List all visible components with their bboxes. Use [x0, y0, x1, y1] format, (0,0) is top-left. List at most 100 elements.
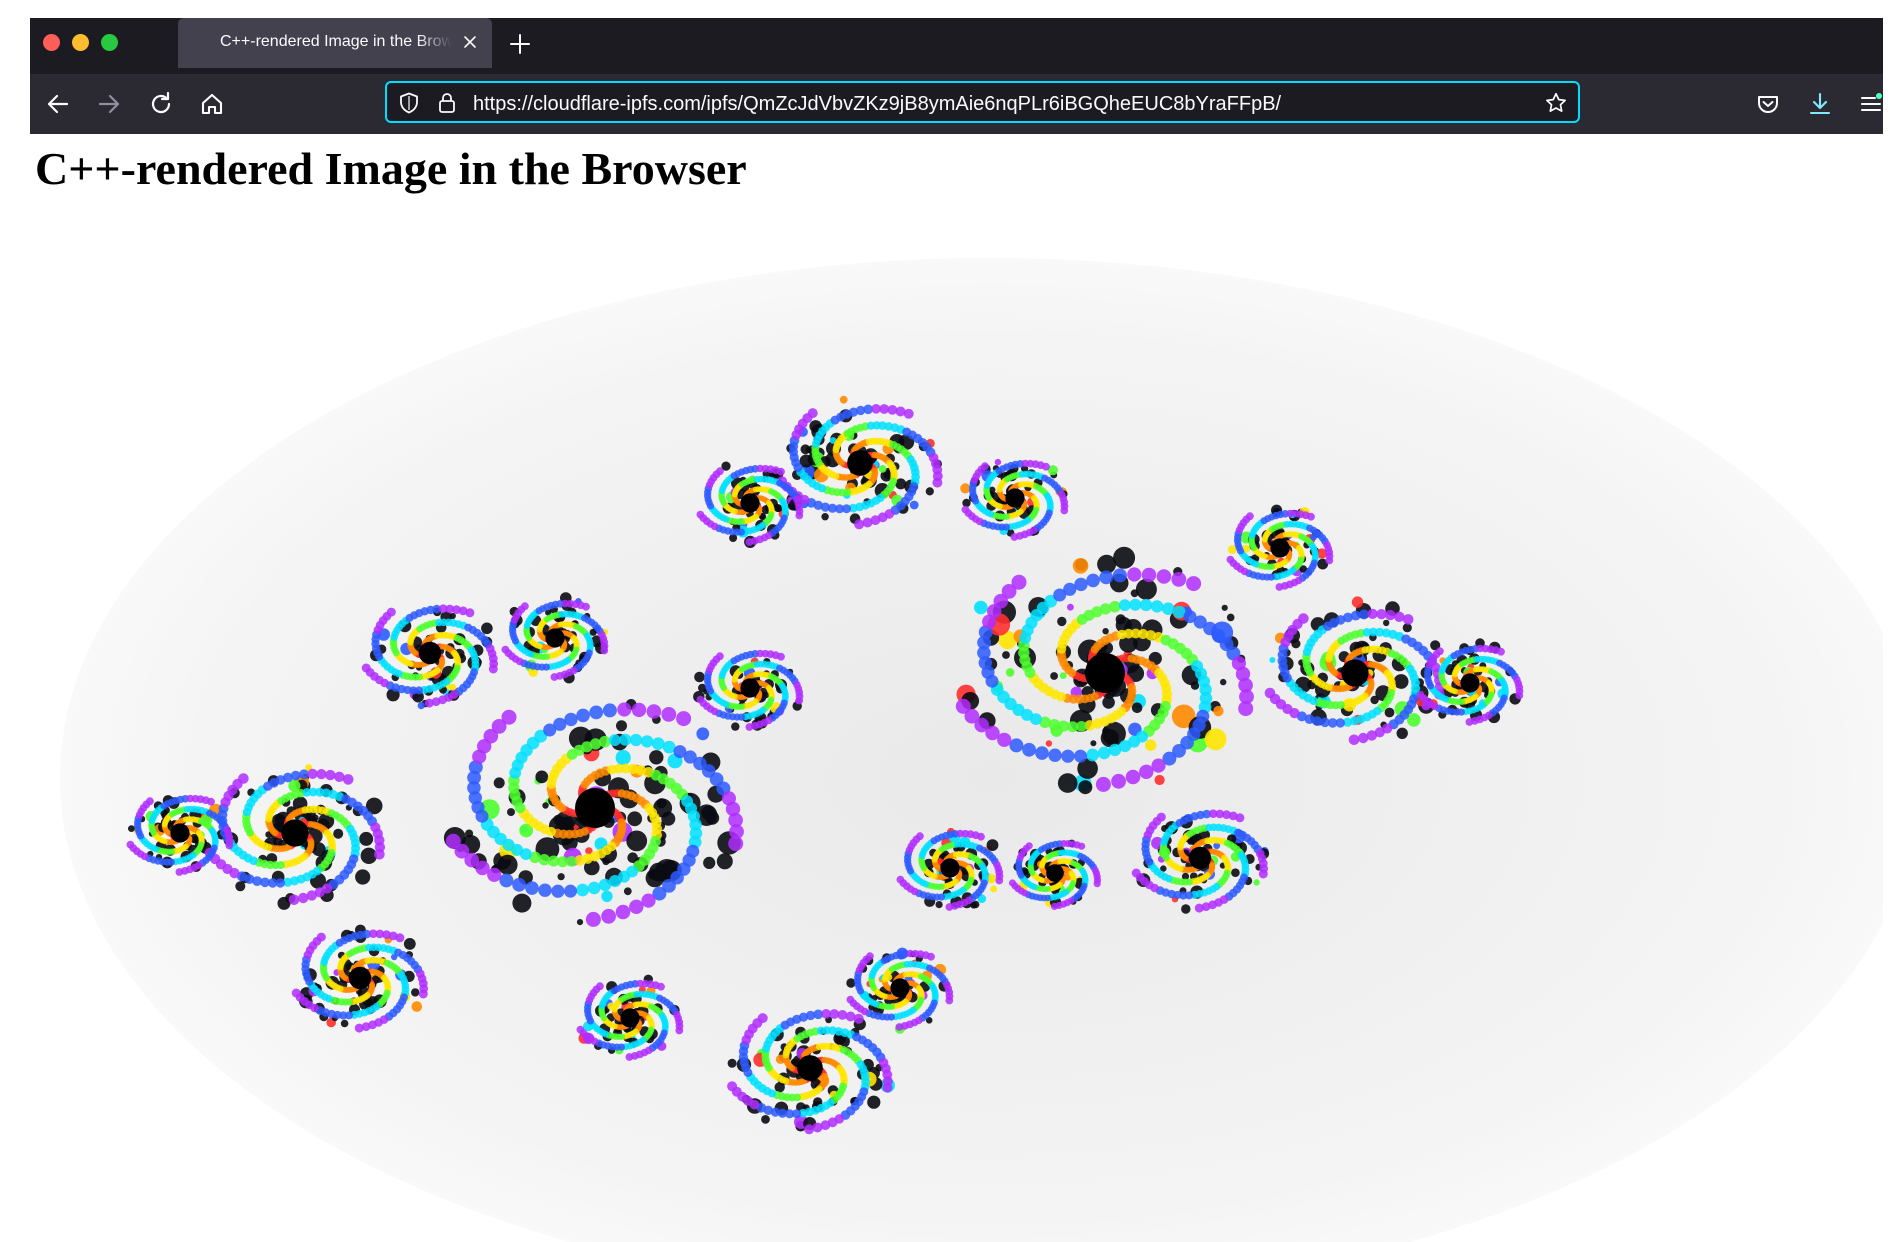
- fractal-speck: [1204, 728, 1227, 751]
- spiral-core: [1188, 846, 1212, 870]
- fractal-speck: [935, 901, 943, 909]
- spiral-core: [1270, 538, 1290, 558]
- fractal-speck: [1050, 672, 1058, 680]
- spiral-arm-dot: [1074, 577, 1088, 592]
- spiral-arm-dot: [631, 702, 647, 718]
- fractal-speck: [909, 500, 919, 510]
- star-icon[interactable]: [1544, 91, 1568, 115]
- fractal-speck: [727, 1058, 737, 1068]
- close-icon[interactable]: [460, 32, 480, 52]
- spiral-arm-dot: [777, 652, 785, 661]
- spiral-arm-dot: [587, 881, 601, 895]
- spiral-arm-dot: [1060, 506, 1069, 515]
- spiral-arm-dot: [146, 797, 154, 806]
- spiral-arm-dot: [1171, 572, 1187, 587]
- spiral-arm-dot: [1194, 903, 1204, 913]
- fractal-speck: [1383, 619, 1390, 627]
- back-arrow-icon[interactable]: [44, 90, 72, 118]
- spiral-arm-dot: [126, 840, 135, 849]
- spiral-arm-dot: [716, 467, 724, 476]
- window-zoom-button[interactable]: [101, 34, 118, 51]
- spiral-arm-dot: [728, 836, 744, 852]
- spiral-arm-dot: [307, 768, 318, 780]
- plus-icon[interactable]: [508, 32, 532, 56]
- spiral-arm-dot: [646, 704, 662, 719]
- spiral-arm-dot: [1325, 556, 1334, 565]
- fractal-speck: [616, 720, 627, 732]
- fractal-speck: [623, 887, 632, 896]
- spiral-arm-dot: [551, 884, 565, 898]
- reload-icon[interactable]: [147, 90, 175, 118]
- lock-icon[interactable]: [435, 91, 459, 115]
- url-bar[interactable]: https://cloudflare-ipfs.com/ipfs/QmZcJdV…: [385, 81, 1580, 123]
- fractal-speck: [805, 446, 813, 454]
- spiral-arm-dot: [1010, 533, 1019, 541]
- spiral-arm-dot: [1275, 583, 1284, 591]
- fractal-speck: [839, 395, 848, 404]
- fractal-speck: [1269, 657, 1276, 663]
- forward-arrow-icon[interactable]: [95, 90, 123, 118]
- spiral-arm-dot: [1151, 758, 1166, 773]
- tab-active[interactable]: C++-rendered Image in the Browser: [178, 18, 492, 68]
- fractal-speck: [696, 727, 710, 741]
- spiral-arm-dot: [589, 705, 604, 720]
- fractal-speck: [1113, 546, 1136, 569]
- fractal-speck: [925, 487, 934, 496]
- spiral-arm-dot: [727, 1081, 738, 1092]
- fractal-speck: [1059, 672, 1067, 679]
- fractal-speck: [1154, 774, 1165, 786]
- spiral-arm-dot: [395, 933, 405, 943]
- fractal-speck: [761, 1115, 770, 1124]
- fractal-speck: [1078, 780, 1093, 795]
- spiral-arm-dot: [1246, 512, 1254, 521]
- spiral-arm-dot: [629, 899, 644, 914]
- fractal-speck: [507, 808, 515, 817]
- spiral-arm-dot: [576, 1025, 585, 1034]
- fractal-speck: [512, 893, 532, 913]
- fractal-speck: [649, 862, 668, 882]
- fractal-speck: [1396, 727, 1408, 739]
- fractal-speck: [403, 938, 416, 950]
- spiral-arm-dot: [804, 1124, 815, 1135]
- spiral-arm-dot: [608, 734, 621, 747]
- spiral-arm-dot: [1235, 813, 1245, 823]
- fractal-speck: [311, 814, 319, 822]
- fractal-speck: [576, 919, 584, 926]
- spiral-arm-dot: [1139, 764, 1154, 779]
- fractal-speck: [1005, 668, 1015, 677]
- home-icon[interactable]: [198, 90, 226, 118]
- spiral-core: [281, 819, 309, 847]
- spiral-arm-dot: [175, 868, 184, 876]
- spiral-arm-dot: [418, 989, 428, 999]
- spiral-arm-dot: [641, 893, 656, 908]
- spiral-core: [1085, 653, 1125, 693]
- fractal-speck: [1221, 604, 1228, 611]
- spiral-arm-dot: [1042, 462, 1050, 471]
- spiral-arm-dot: [291, 988, 301, 998]
- spiral-arm-dot: [716, 652, 724, 661]
- window-minimize-button[interactable]: [72, 34, 89, 51]
- fractal-speck: [417, 702, 425, 710]
- spiral-arm-dot: [316, 932, 326, 942]
- spiral-arm-dot: [238, 773, 249, 784]
- download-icon[interactable]: [1806, 90, 1834, 118]
- spiral-arm-dot: [290, 770, 301, 781]
- spiral-arm-dot: [424, 698, 434, 708]
- spiral-arm-dot: [745, 723, 754, 731]
- shield-icon[interactable]: [397, 91, 421, 115]
- fractal-speck: [990, 885, 998, 893]
- spiral-arm-dot: [585, 911, 601, 927]
- spiral-core: [620, 1008, 640, 1028]
- spiral-arm-dot: [1112, 568, 1127, 583]
- spiral-arm-dot: [945, 996, 954, 1005]
- page-title: C++-rendered Image in the Browser: [35, 143, 747, 194]
- pocket-icon[interactable]: [1754, 90, 1782, 118]
- spiral-core: [1341, 659, 1369, 687]
- spiral-arm-dot: [853, 1013, 864, 1024]
- fractal-speck: [359, 831, 374, 846]
- spiral-core: [890, 978, 910, 998]
- hamburger-menu-icon[interactable]: [1857, 90, 1883, 118]
- spiral-arm-dot: [361, 663, 371, 673]
- window-close-button[interactable]: [43, 34, 60, 51]
- spiral-arm-dot: [657, 982, 665, 991]
